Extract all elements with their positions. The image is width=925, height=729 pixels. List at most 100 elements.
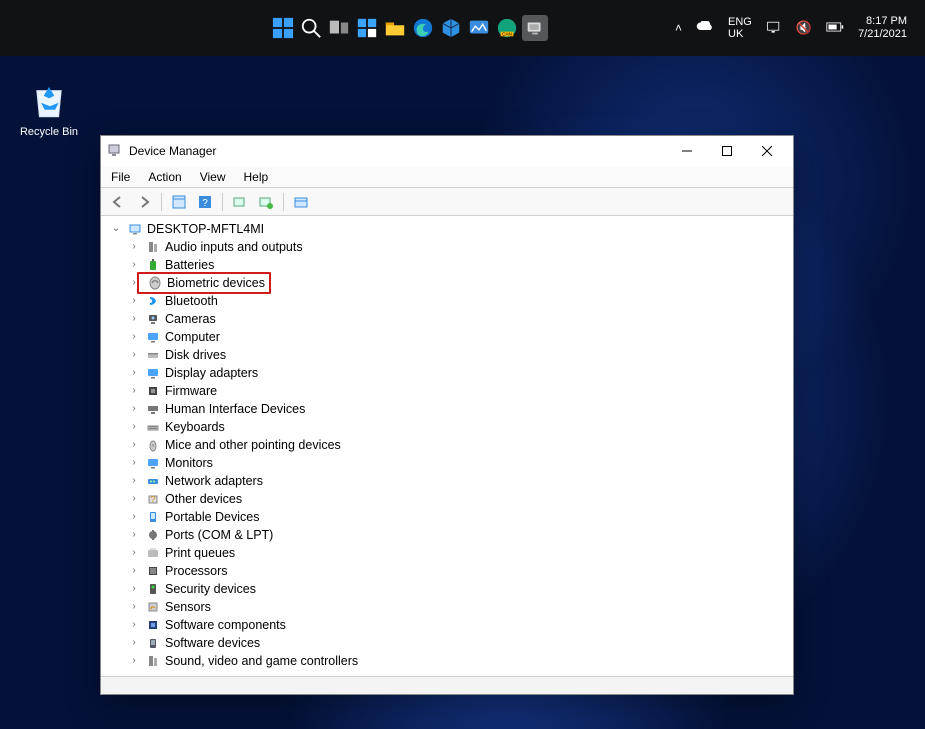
tree-item[interactable]: ›Processors	[107, 562, 787, 580]
tree-item[interactable]: ›Ports (COM & LPT)	[107, 526, 787, 544]
search-icon[interactable]	[298, 15, 324, 41]
category-icon	[145, 293, 161, 309]
tree-item[interactable]: ›Keyboards	[107, 418, 787, 436]
tree-item-label: Portable Devices	[165, 508, 260, 526]
category-icon	[145, 653, 161, 669]
tree-item[interactable]: ›Sensors	[107, 598, 787, 616]
app-icon	[107, 142, 123, 161]
device-tree[interactable]: ⌄ DESKTOP-MFTL4MI›Audio inputs and output…	[101, 216, 793, 676]
category-icon	[145, 455, 161, 471]
tree-item[interactable]: › Portable Devices	[107, 508, 787, 526]
widgets-icon[interactable]	[354, 15, 380, 41]
chevron-right-icon[interactable]: ›	[127, 238, 141, 256]
chevron-right-icon[interactable]: ›	[127, 292, 141, 310]
edge-canary-icon[interactable]: CAN	[494, 15, 520, 41]
chevron-right-icon[interactable]: ›	[127, 580, 141, 598]
battery-icon[interactable]	[826, 21, 844, 35]
start-button[interactable]	[270, 15, 296, 41]
chevron-right-icon[interactable]: ›	[127, 328, 141, 346]
chevron-up-icon[interactable]: ˄	[675, 21, 682, 35]
chevron-right-icon[interactable]: ›	[127, 472, 141, 490]
chevron-down-icon[interactable]: ⌄	[109, 220, 123, 238]
tree-item[interactable]: ›?Other devices	[107, 490, 787, 508]
chevron-right-icon[interactable]: ›	[127, 436, 141, 454]
tree-item[interactable]: ›Software components	[107, 616, 787, 634]
tree-item-label: Software devices	[165, 634, 260, 652]
computer-icon	[127, 221, 143, 237]
tree-root[interactable]: ⌄ DESKTOP-MFTL4MI	[107, 220, 787, 238]
chevron-right-icon[interactable]: ›	[127, 346, 141, 364]
tree-item[interactable]: › Monitors	[107, 454, 787, 472]
tree-item[interactable]: ›Security devices	[107, 580, 787, 598]
onedrive-icon[interactable]	[696, 21, 714, 36]
chevron-right-icon[interactable]: ›	[127, 382, 141, 400]
category-icon	[145, 311, 161, 327]
toolbar-forward-icon[interactable]	[133, 191, 155, 213]
chevron-right-icon[interactable]: ›	[127, 616, 141, 634]
window-title: Device Manager	[129, 144, 216, 158]
tree-item[interactable]: › Cameras	[107, 310, 787, 328]
titlebar[interactable]: Device Manager	[101, 136, 793, 166]
close-button[interactable]	[747, 136, 787, 166]
tree-item[interactable]: ›Sound, video and game controllers	[107, 652, 787, 670]
chevron-right-icon[interactable]: ›	[127, 562, 141, 580]
chevron-right-icon[interactable]: ›	[127, 634, 141, 652]
menu-help[interactable]: Help	[244, 170, 269, 184]
category-icon	[145, 329, 161, 345]
chevron-right-icon[interactable]: ›	[127, 508, 141, 526]
chevron-right-icon[interactable]: ›	[127, 364, 141, 382]
category-icon	[145, 563, 161, 579]
tree-item[interactable]: ›Biometric devices	[107, 274, 787, 292]
tree-item-label: Monitors	[165, 454, 213, 472]
toolbar-scan-icon[interactable]	[229, 191, 251, 213]
chevron-right-icon[interactable]: ›	[127, 490, 141, 508]
tree-root-label: DESKTOP-MFTL4MI	[147, 220, 264, 238]
tree-item[interactable]: ›Computer	[107, 328, 787, 346]
tree-item-label: Cameras	[165, 310, 216, 328]
tree-item[interactable]: › Display adapters	[107, 364, 787, 382]
toolbar-show-hide-icon[interactable]	[168, 191, 190, 213]
tree-item[interactable]: ›Firmware	[107, 382, 787, 400]
menu-view[interactable]: View	[200, 170, 226, 184]
tree-item[interactable]: › Bluetooth	[107, 292, 787, 310]
toolbar-help-icon[interactable]: ?	[194, 191, 216, 213]
category-icon	[145, 257, 161, 273]
chevron-right-icon[interactable]: ›	[127, 526, 141, 544]
tree-item[interactable]: ›Print queues	[107, 544, 787, 562]
network-icon[interactable]	[766, 20, 782, 37]
volume-muted-icon[interactable]: 🔇	[796, 20, 812, 36]
chevron-right-icon[interactable]: ›	[127, 310, 141, 328]
menu-file[interactable]: File	[111, 170, 130, 184]
tree-item-label: Bluetooth	[165, 292, 218, 310]
chevron-right-icon[interactable]: ›	[127, 400, 141, 418]
tree-item[interactable]: ›Network adapters	[107, 472, 787, 490]
chevron-right-icon[interactable]: ›	[127, 418, 141, 436]
tree-item[interactable]: ›Disk drives	[107, 346, 787, 364]
chevron-right-icon[interactable]: ›	[127, 598, 141, 616]
file-explorer-icon[interactable]	[382, 15, 408, 41]
tree-item[interactable]: ›Mice and other pointing devices	[107, 436, 787, 454]
language-indicator[interactable]: ENG UK	[728, 16, 752, 40]
toolbar-properties-icon[interactable]	[290, 191, 312, 213]
toolbar-add-hardware-icon[interactable]	[255, 191, 277, 213]
tree-item[interactable]: ›Human Interface Devices	[107, 400, 787, 418]
toolbar-back-icon[interactable]	[107, 191, 129, 213]
chevron-right-icon[interactable]: ›	[127, 652, 141, 670]
app-icon-monitor[interactable]	[466, 15, 492, 41]
chevron-right-icon[interactable]: ›	[127, 454, 141, 472]
language-bottom: UK	[728, 28, 752, 40]
edge-icon[interactable]	[410, 15, 436, 41]
menu-action[interactable]: Action	[148, 170, 181, 184]
tree-item-label: Display adapters	[165, 364, 258, 382]
tree-item[interactable]: ›Audio inputs and outputs	[107, 238, 787, 256]
device-manager-taskbar-icon[interactable]	[522, 15, 548, 41]
app-icon-cube[interactable]	[438, 15, 464, 41]
recycle-bin[interactable]: Recycle Bin	[14, 80, 84, 138]
tree-item-label: Biometric devices	[167, 274, 265, 292]
maximize-button[interactable]	[707, 136, 747, 166]
tree-item[interactable]: › Software devices	[107, 634, 787, 652]
minimize-button[interactable]	[667, 136, 707, 166]
chevron-right-icon[interactable]: ›	[127, 544, 141, 562]
task-view-icon[interactable]	[326, 15, 352, 41]
clock[interactable]: 8:17 PM 7/21/2021	[858, 15, 907, 41]
